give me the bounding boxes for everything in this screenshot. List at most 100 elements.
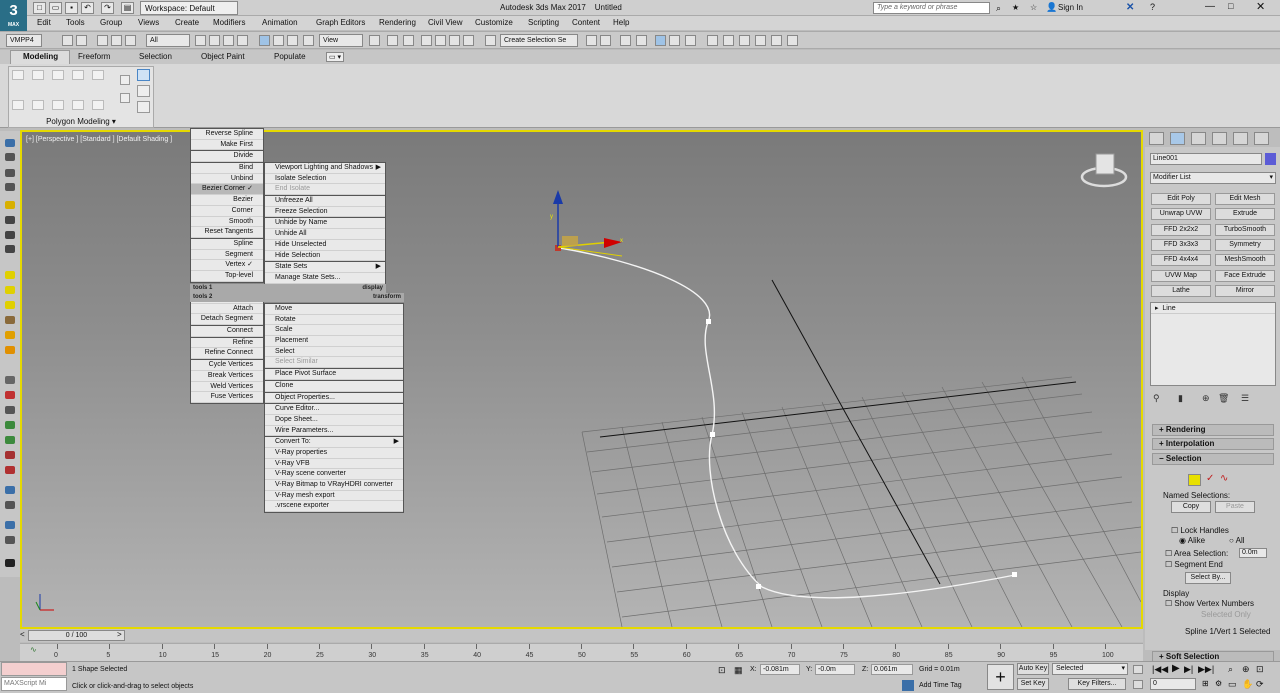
time-tag-icon[interactable]: [902, 680, 914, 691]
rotate-icon[interactable]: [273, 35, 284, 46]
snap-toggle-icon[interactable]: [421, 35, 432, 46]
menu-item-bezier[interactable]: Bezier: [191, 195, 263, 206]
spline-level-icon[interactable]: ∿: [1220, 473, 1228, 484]
menu-item-smooth[interactable]: Smooth: [191, 217, 263, 228]
align-icon[interactable]: [600, 35, 611, 46]
menu-item-make-first[interactable]: Make First: [191, 140, 263, 151]
current-frame-field[interactable]: 0: [1150, 678, 1196, 690]
preserve-uvs-icon[interactable]: [12, 100, 24, 110]
user-icon[interactable]: 👤: [1046, 2, 1057, 13]
open-file-icon[interactable]: ▭: [49, 2, 62, 14]
new-file-icon[interactable]: □: [33, 2, 46, 14]
menu-scripting[interactable]: Scripting: [528, 18, 559, 27]
lt-box-icon[interactable]: [5, 271, 15, 279]
menu-item-end-isolate[interactable]: End Isolate: [265, 184, 385, 196]
object-color-swatch[interactable]: [1265, 153, 1276, 165]
stack-item-line[interactable]: ▸ Line: [1151, 303, 1275, 314]
selection-lock-icon[interactable]: ▦: [734, 665, 743, 676]
menu-item-rotate[interactable]: Rotate: [265, 315, 403, 326]
angle-snap-icon[interactable]: [435, 35, 446, 46]
menu-civil-view[interactable]: Civil View: [428, 18, 463, 27]
polygon-subobj-icon[interactable]: [72, 70, 84, 80]
z-coordinate-field[interactable]: 0.061m: [871, 664, 913, 675]
menu-item-v-ray-bitmap-to-vrayhdri-converter[interactable]: V-Ray Bitmap to VRayHDRI converter: [265, 480, 403, 491]
hierarchy-tab-icon[interactable]: [1191, 132, 1206, 145]
menu-item-fuse-vertices[interactable]: Fuse Vertices: [191, 392, 263, 403]
menu-item-connect[interactable]: Connect: [191, 326, 263, 337]
curve-editor-icon[interactable]: [669, 35, 680, 46]
motion-tab-icon[interactable]: [1212, 132, 1227, 145]
material-editor-icon[interactable]: [707, 35, 718, 46]
menu-item-spline[interactable]: Spline: [191, 239, 263, 250]
search-icon[interactable]: ⌕: [996, 3, 1001, 14]
y-coordinate-field[interactable]: -0.0m: [815, 664, 855, 675]
select-by-button[interactable]: Select By...: [1185, 572, 1231, 584]
make-unique-icon[interactable]: ⊕: [1202, 393, 1210, 404]
loop-icon[interactable]: [92, 100, 104, 110]
percent-snap-icon[interactable]: [449, 35, 460, 46]
menu-item-vertex[interactable]: Vertex ✓: [191, 260, 263, 271]
object-name-field[interactable]: Line001: [1150, 153, 1262, 165]
time-config-icon[interactable]: ⚙: [1215, 679, 1222, 688]
menu-item-corner[interactable]: Corner: [191, 206, 263, 217]
menu-item-v-ray-scene-converter[interactable]: V-Ray scene converter: [265, 469, 403, 480]
goto-start-icon[interactable]: |◀◀: [1152, 664, 1168, 675]
menu-item-select-similar[interactable]: Select Similar: [265, 357, 403, 369]
pin-stack-icon[interactable]: [120, 93, 130, 103]
project-folder-icon[interactable]: ▤: [121, 2, 134, 14]
selected-only-checkbox[interactable]: Selected Only: [1201, 610, 1280, 619]
lt-layer-icon[interactable]: [5, 153, 15, 161]
menu-item-dope-sheet[interactable]: Dope Sheet...: [265, 415, 403, 426]
menu-item-unhide-all[interactable]: Unhide All: [265, 229, 385, 240]
key-mode-icon[interactable]: [1133, 665, 1143, 674]
menu-edit[interactable]: Edit: [37, 18, 51, 27]
set-key-big-icon[interactable]: +: [987, 664, 1014, 690]
menu-item-v-ray-properties[interactable]: V-Ray properties: [265, 448, 403, 459]
modifier-button-lathe[interactable]: Lathe: [1151, 284, 1211, 297]
select-object-icon[interactable]: [195, 35, 206, 46]
menu-item-place-pivot-surface[interactable]: Place Pivot Surface: [265, 369, 403, 380]
menu-item-isolate-selection[interactable]: Isolate Selection: [265, 174, 385, 185]
render-activeshade-icon[interactable]: [771, 35, 782, 46]
time-slider[interactable]: 0 / 100: [28, 630, 125, 641]
render-setup-icon[interactable]: [723, 35, 734, 46]
border-subobj-icon[interactable]: [52, 70, 64, 80]
keyboard-shortcut-icon[interactable]: [403, 35, 414, 46]
menu-tools[interactable]: Tools: [66, 18, 85, 27]
menu-item-scale[interactable]: Scale: [265, 325, 403, 337]
lt-list2-icon[interactable]: [5, 183, 15, 191]
vertex-level-icon[interactable]: [1188, 474, 1201, 486]
tab-freeform[interactable]: Freeform: [78, 52, 110, 61]
menu-item-top-level[interactable]: Top-level: [191, 271, 263, 282]
menu-item-curve-editor[interactable]: Curve Editor...: [265, 404, 403, 415]
lt-cylinder-icon[interactable]: [5, 301, 15, 309]
filters-icon[interactable]: [1133, 680, 1143, 689]
display-tab-icon[interactable]: [1233, 132, 1248, 145]
vmpp-field[interactable]: VMPP4: [6, 34, 42, 47]
exchange-icon[interactable]: ✕: [1126, 2, 1134, 13]
menu-customize[interactable]: Customize: [475, 18, 513, 27]
lt-particle-icon[interactable]: [5, 451, 15, 459]
menu-create[interactable]: Create: [175, 18, 199, 27]
orbit-icon[interactable]: ⟳: [1256, 679, 1264, 690]
menu-item-convert-to[interactable]: Convert To: ▶: [265, 437, 403, 448]
layer-explorer-icon[interactable]: [620, 35, 631, 46]
modifier-stack-icon[interactable]: [137, 101, 150, 113]
modifier-button-uvw-map[interactable]: UVW Map: [1151, 269, 1211, 282]
zoom-all-icon[interactable]: ⊕: [1242, 664, 1250, 675]
close-icon[interactable]: ✕: [1256, 0, 1265, 13]
menu-item-reset-tangents[interactable]: Reset Tangents: [191, 227, 263, 238]
modifier-button-ffd-3x3x3[interactable]: FFD 3x3x3: [1151, 238, 1211, 251]
curve-editor-mini-icon[interactable]: ∿: [30, 645, 37, 654]
menu-item-viewport-lighting-and-shadows[interactable]: Viewport Lighting and Shadows ▶: [265, 163, 385, 174]
menu-item-detach-segment[interactable]: Detach Segment: [191, 314, 263, 326]
unlink-icon[interactable]: [111, 35, 122, 46]
menu-animation[interactable]: Animation: [262, 18, 298, 27]
lt-pin-icon[interactable]: [5, 559, 15, 567]
modifier-list-dropdown[interactable]: Modifier List ▾: [1150, 172, 1276, 184]
search-input[interactable]: Type a keyword or phrase: [873, 2, 990, 14]
ring-icon[interactable]: [72, 100, 84, 110]
lock-handles-checkbox[interactable]: ☐ Lock Handles: [1171, 526, 1280, 535]
modifier-button-face-extrude[interactable]: Face Extrude: [1215, 269, 1275, 282]
schematic-view-icon[interactable]: [685, 35, 696, 46]
